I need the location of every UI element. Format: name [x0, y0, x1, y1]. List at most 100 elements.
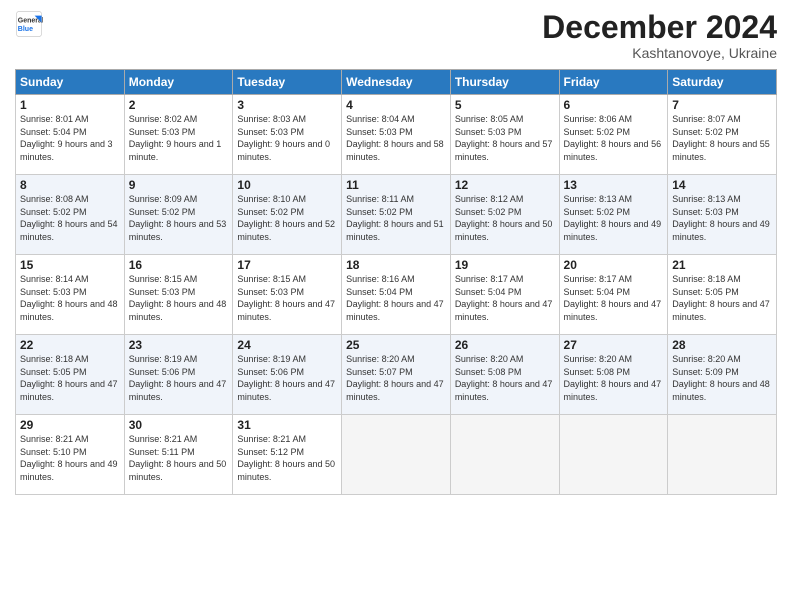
day-info: Sunrise: 8:21 AMSunset: 5:12 PMDaylight:… [237, 434, 335, 482]
calendar-cell: 4 Sunrise: 8:04 AMSunset: 5:03 PMDayligh… [342, 95, 451, 175]
day-number: 1 [20, 98, 120, 112]
day-number: 4 [346, 98, 446, 112]
day-info: Sunrise: 8:04 AMSunset: 5:03 PMDaylight:… [346, 114, 444, 162]
day-number: 23 [129, 338, 229, 352]
calendar-cell: 27 Sunrise: 8:20 AMSunset: 5:08 PMDaylig… [559, 335, 668, 415]
day-info: Sunrise: 8:13 AMSunset: 5:02 PMDaylight:… [564, 194, 662, 242]
day-info: Sunrise: 8:11 AMSunset: 5:02 PMDaylight:… [346, 194, 444, 242]
weekday-header-wednesday: Wednesday [342, 70, 451, 95]
calendar-cell: 19 Sunrise: 8:17 AMSunset: 5:04 PMDaylig… [450, 255, 559, 335]
weekday-header-friday: Friday [559, 70, 668, 95]
calendar-cell: 8 Sunrise: 8:08 AMSunset: 5:02 PMDayligh… [16, 175, 125, 255]
day-number: 19 [455, 258, 555, 272]
day-number: 26 [455, 338, 555, 352]
day-info: Sunrise: 8:17 AMSunset: 5:04 PMDaylight:… [455, 274, 553, 322]
day-number: 24 [237, 338, 337, 352]
title-block: December 2024 Kashtanovoye, Ukraine [542, 10, 777, 61]
day-info: Sunrise: 8:15 AMSunset: 5:03 PMDaylight:… [129, 274, 227, 322]
calendar-cell: 1 Sunrise: 8:01 AMSunset: 5:04 PMDayligh… [16, 95, 125, 175]
day-info: Sunrise: 8:01 AMSunset: 5:04 PMDaylight:… [20, 114, 113, 162]
calendar-cell: 9 Sunrise: 8:09 AMSunset: 5:02 PMDayligh… [124, 175, 233, 255]
calendar-cell: 22 Sunrise: 8:18 AMSunset: 5:05 PMDaylig… [16, 335, 125, 415]
day-info: Sunrise: 8:17 AMSunset: 5:04 PMDaylight:… [564, 274, 662, 322]
calendar-cell: 15 Sunrise: 8:14 AMSunset: 5:03 PMDaylig… [16, 255, 125, 335]
day-number: 18 [346, 258, 446, 272]
calendar-cell: 18 Sunrise: 8:16 AMSunset: 5:04 PMDaylig… [342, 255, 451, 335]
day-number: 3 [237, 98, 337, 112]
day-number: 28 [672, 338, 772, 352]
calendar-cell: 17 Sunrise: 8:15 AMSunset: 5:03 PMDaylig… [233, 255, 342, 335]
day-number: 21 [672, 258, 772, 272]
calendar-cell: 28 Sunrise: 8:20 AMSunset: 5:09 PMDaylig… [668, 335, 777, 415]
day-info: Sunrise: 8:13 AMSunset: 5:03 PMDaylight:… [672, 194, 770, 242]
calendar-cell: 26 Sunrise: 8:20 AMSunset: 5:08 PMDaylig… [450, 335, 559, 415]
day-info: Sunrise: 8:07 AMSunset: 5:02 PMDaylight:… [672, 114, 770, 162]
day-info: Sunrise: 8:08 AMSunset: 5:02 PMDaylight:… [20, 194, 118, 242]
day-number: 14 [672, 178, 772, 192]
calendar-cell: 20 Sunrise: 8:17 AMSunset: 5:04 PMDaylig… [559, 255, 668, 335]
calendar-cell: 12 Sunrise: 8:12 AMSunset: 5:02 PMDaylig… [450, 175, 559, 255]
day-info: Sunrise: 8:05 AMSunset: 5:03 PMDaylight:… [455, 114, 553, 162]
calendar: SundayMondayTuesdayWednesdayThursdayFrid… [15, 69, 777, 495]
calendar-cell: 14 Sunrise: 8:13 AMSunset: 5:03 PMDaylig… [668, 175, 777, 255]
day-info: Sunrise: 8:20 AMSunset: 5:07 PMDaylight:… [346, 354, 444, 402]
calendar-cell: 23 Sunrise: 8:19 AMSunset: 5:06 PMDaylig… [124, 335, 233, 415]
day-number: 8 [20, 178, 120, 192]
calendar-cell: 3 Sunrise: 8:03 AMSunset: 5:03 PMDayligh… [233, 95, 342, 175]
calendar-cell: 30 Sunrise: 8:21 AMSunset: 5:11 PMDaylig… [124, 415, 233, 495]
day-number: 20 [564, 258, 664, 272]
calendar-cell: 21 Sunrise: 8:18 AMSunset: 5:05 PMDaylig… [668, 255, 777, 335]
calendar-cell: 11 Sunrise: 8:11 AMSunset: 5:02 PMDaylig… [342, 175, 451, 255]
weekday-header-saturday: Saturday [668, 70, 777, 95]
day-number: 6 [564, 98, 664, 112]
calendar-cell: 10 Sunrise: 8:10 AMSunset: 5:02 PMDaylig… [233, 175, 342, 255]
day-info: Sunrise: 8:20 AMSunset: 5:08 PMDaylight:… [564, 354, 662, 402]
day-info: Sunrise: 8:20 AMSunset: 5:09 PMDaylight:… [672, 354, 770, 402]
calendar-cell [450, 415, 559, 495]
calendar-cell [559, 415, 668, 495]
day-info: Sunrise: 8:19 AMSunset: 5:06 PMDaylight:… [129, 354, 227, 402]
calendar-cell: 2 Sunrise: 8:02 AMSunset: 5:03 PMDayligh… [124, 95, 233, 175]
day-number: 15 [20, 258, 120, 272]
day-number: 27 [564, 338, 664, 352]
day-info: Sunrise: 8:15 AMSunset: 5:03 PMDaylight:… [237, 274, 335, 322]
day-info: Sunrise: 8:14 AMSunset: 5:03 PMDaylight:… [20, 274, 118, 322]
calendar-cell: 31 Sunrise: 8:21 AMSunset: 5:12 PMDaylig… [233, 415, 342, 495]
month-title: December 2024 [542, 10, 777, 45]
calendar-cell: 29 Sunrise: 8:21 AMSunset: 5:10 PMDaylig… [16, 415, 125, 495]
calendar-cell: 6 Sunrise: 8:06 AMSunset: 5:02 PMDayligh… [559, 95, 668, 175]
subtitle: Kashtanovoye, Ukraine [542, 45, 777, 61]
weekday-header-sunday: Sunday [16, 70, 125, 95]
day-info: Sunrise: 8:18 AMSunset: 5:05 PMDaylight:… [20, 354, 118, 402]
day-number: 5 [455, 98, 555, 112]
day-number: 16 [129, 258, 229, 272]
day-number: 22 [20, 338, 120, 352]
day-info: Sunrise: 8:10 AMSunset: 5:02 PMDaylight:… [237, 194, 335, 242]
day-number: 10 [237, 178, 337, 192]
day-info: Sunrise: 8:19 AMSunset: 5:06 PMDaylight:… [237, 354, 335, 402]
day-number: 17 [237, 258, 337, 272]
calendar-cell [342, 415, 451, 495]
calendar-cell: 16 Sunrise: 8:15 AMSunset: 5:03 PMDaylig… [124, 255, 233, 335]
day-number: 25 [346, 338, 446, 352]
day-info: Sunrise: 8:06 AMSunset: 5:02 PMDaylight:… [564, 114, 662, 162]
day-info: Sunrise: 8:20 AMSunset: 5:08 PMDaylight:… [455, 354, 553, 402]
calendar-cell: 5 Sunrise: 8:05 AMSunset: 5:03 PMDayligh… [450, 95, 559, 175]
day-info: Sunrise: 8:16 AMSunset: 5:04 PMDaylight:… [346, 274, 444, 322]
weekday-header-monday: Monday [124, 70, 233, 95]
day-info: Sunrise: 8:12 AMSunset: 5:02 PMDaylight:… [455, 194, 553, 242]
day-number: 31 [237, 418, 337, 432]
logo-icon: General Blue [15, 10, 43, 38]
day-info: Sunrise: 8:21 AMSunset: 5:10 PMDaylight:… [20, 434, 118, 482]
calendar-cell: 7 Sunrise: 8:07 AMSunset: 5:02 PMDayligh… [668, 95, 777, 175]
day-number: 30 [129, 418, 229, 432]
day-number: 9 [129, 178, 229, 192]
day-number: 13 [564, 178, 664, 192]
day-number: 29 [20, 418, 120, 432]
day-number: 11 [346, 178, 446, 192]
calendar-cell: 25 Sunrise: 8:20 AMSunset: 5:07 PMDaylig… [342, 335, 451, 415]
day-info: Sunrise: 8:18 AMSunset: 5:05 PMDaylight:… [672, 274, 770, 322]
calendar-cell: 24 Sunrise: 8:19 AMSunset: 5:06 PMDaylig… [233, 335, 342, 415]
calendar-cell: 13 Sunrise: 8:13 AMSunset: 5:02 PMDaylig… [559, 175, 668, 255]
day-number: 2 [129, 98, 229, 112]
